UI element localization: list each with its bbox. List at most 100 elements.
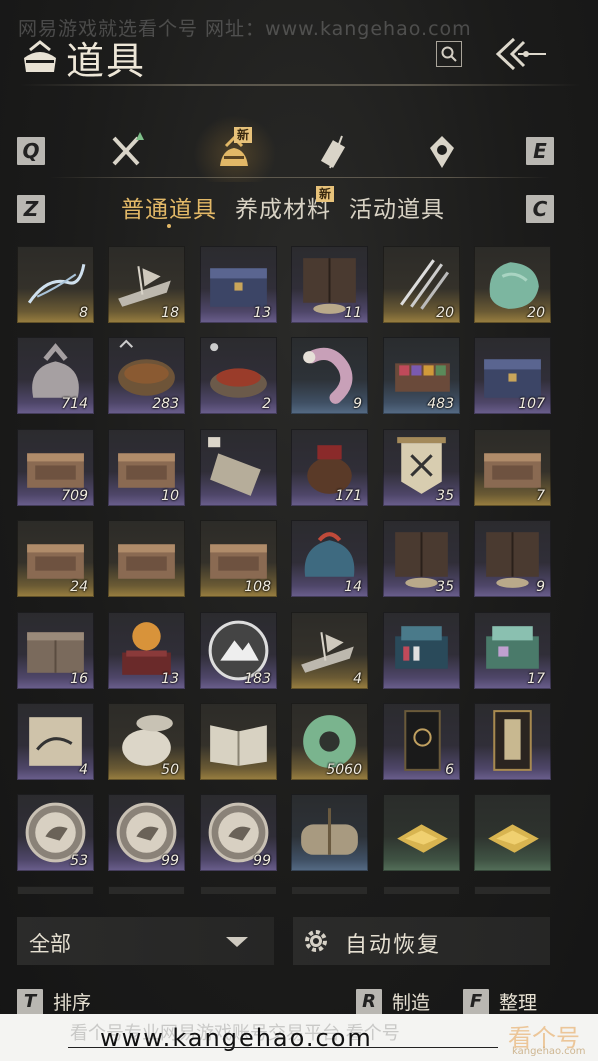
item-slot[interactable]: 283 bbox=[108, 337, 185, 414]
empty-item-slot bbox=[17, 886, 94, 894]
item-slot[interactable]: 7 bbox=[474, 429, 551, 506]
item-count: 8 bbox=[79, 305, 88, 321]
item-slot[interactable]: 20 bbox=[474, 246, 551, 323]
item-slot[interactable] bbox=[200, 703, 277, 780]
search-button[interactable] bbox=[436, 41, 462, 67]
paper-note-icon bbox=[208, 437, 261, 496]
item-slot[interactable]: 483 bbox=[383, 337, 460, 414]
item-slot[interactable]: 20 bbox=[383, 246, 460, 323]
item-slot[interactable] bbox=[383, 794, 460, 871]
item-count: 50 bbox=[161, 762, 179, 778]
item-slot[interactable]: 8 bbox=[17, 246, 94, 323]
item-count: 20 bbox=[436, 305, 454, 321]
item-count: 709 bbox=[61, 488, 88, 504]
item-slot[interactable] bbox=[474, 703, 551, 780]
item-slot[interactable]: 35 bbox=[383, 429, 460, 506]
item-slot[interactable]: 14 bbox=[291, 520, 368, 597]
item-slot[interactable]: 99 bbox=[108, 794, 185, 871]
category-tab-gems[interactable] bbox=[420, 130, 464, 174]
item-slot[interactable]: 714 bbox=[17, 337, 94, 414]
item-slot[interactable]: 99 bbox=[200, 794, 277, 871]
empty-item-slot bbox=[383, 886, 460, 894]
item-slot[interactable]: 13 bbox=[200, 246, 277, 323]
empty-item-slot bbox=[291, 886, 368, 894]
item-slot[interactable] bbox=[108, 520, 185, 597]
category-tab-equipment[interactable] bbox=[104, 128, 148, 172]
item-slot[interactable] bbox=[291, 794, 368, 871]
open-book-icon bbox=[210, 725, 267, 766]
craft-key: R bbox=[356, 988, 382, 1015]
item-slot[interactable] bbox=[200, 429, 277, 506]
item-count: 10 bbox=[161, 488, 179, 504]
item-count: 4 bbox=[353, 671, 362, 687]
new-badge: 新 bbox=[316, 186, 335, 202]
item-count: 99 bbox=[161, 853, 179, 869]
item-count: 9 bbox=[536, 579, 545, 595]
item-count: 107 bbox=[518, 396, 545, 412]
category-tab-quest[interactable] bbox=[314, 130, 358, 174]
auto-restore-button[interactable]: 自动恢复 bbox=[293, 917, 550, 965]
item-slot[interactable]: 18 bbox=[108, 246, 185, 323]
back-button[interactable] bbox=[492, 36, 548, 72]
filter-label: 全部 bbox=[29, 932, 71, 956]
empty-item-slot bbox=[200, 886, 277, 894]
item-slot[interactable]: 107 bbox=[474, 337, 551, 414]
item-slot[interactable] bbox=[383, 612, 460, 689]
item-count: 171 bbox=[335, 488, 362, 504]
sort-action[interactable]: T 排序 bbox=[17, 988, 91, 1015]
item-count: 17 bbox=[527, 671, 545, 687]
craft-label: 制造 bbox=[392, 992, 431, 1014]
item-slot[interactable]: 5060 bbox=[291, 703, 368, 780]
item-slot[interactable]: 183 bbox=[200, 612, 277, 689]
next-category-key[interactable]: E bbox=[526, 137, 554, 165]
item-slot[interactable]: 35 bbox=[383, 520, 460, 597]
item-slot[interactable]: 2 bbox=[200, 337, 277, 414]
item-slot[interactable]: 10 bbox=[108, 429, 185, 506]
chevron-down-icon bbox=[226, 937, 248, 947]
next-subtab-key[interactable]: C bbox=[526, 195, 554, 223]
item-slot[interactable]: 17 bbox=[474, 612, 551, 689]
subtab-normal-items[interactable]: 普通道具 bbox=[121, 190, 217, 224]
item-slot[interactable]: 6 bbox=[383, 703, 460, 780]
item-count: 2 bbox=[262, 396, 271, 412]
filter-dropdown[interactable]: 全部 bbox=[17, 917, 274, 965]
sack-bundle-icon bbox=[301, 808, 358, 855]
new-badge: 新 bbox=[234, 127, 253, 143]
item-count: 53 bbox=[70, 853, 88, 869]
organize-key: F bbox=[463, 988, 489, 1015]
active-subtab-indicator bbox=[167, 224, 171, 228]
item-count: 35 bbox=[436, 579, 454, 595]
item-slot[interactable]: 50 bbox=[108, 703, 185, 780]
item-count: 16 bbox=[70, 671, 88, 687]
prev-category-key[interactable]: Q bbox=[17, 137, 45, 165]
item-slot[interactable]: 4 bbox=[291, 612, 368, 689]
item-slot[interactable]: 9 bbox=[291, 337, 368, 414]
item-slot[interactable]: 171 bbox=[291, 429, 368, 506]
craft-action[interactable]: R 制造 bbox=[356, 988, 430, 1015]
item-count: 6 bbox=[445, 762, 454, 778]
item-count: 283 bbox=[152, 396, 179, 412]
item-slot[interactable]: 16 bbox=[17, 612, 94, 689]
item-slot[interactable]: 24 bbox=[17, 520, 94, 597]
carved-box-icon bbox=[118, 544, 175, 579]
item-count: 13 bbox=[253, 305, 271, 321]
item-slot[interactable]: 53 bbox=[17, 794, 94, 871]
subtab-event-items[interactable]: 活动道具 bbox=[349, 190, 445, 224]
gear-icon bbox=[305, 930, 327, 952]
item-count: 13 bbox=[161, 671, 179, 687]
item-slot[interactable]: 4 bbox=[17, 703, 94, 780]
item-slot[interactable]: 9 bbox=[474, 520, 551, 597]
item-count: 5060 bbox=[326, 762, 362, 778]
organize-label: 整理 bbox=[499, 992, 538, 1014]
item-slot[interactable]: 13 bbox=[108, 612, 185, 689]
scroll-quill-icon bbox=[320, 135, 346, 169]
gold-ingot-icon bbox=[397, 824, 448, 853]
organize-action[interactable]: F 整理 bbox=[463, 988, 537, 1015]
item-count: 9 bbox=[353, 396, 362, 412]
item-slot[interactable]: 108 bbox=[200, 520, 277, 597]
prev-subtab-key[interactable]: Z bbox=[17, 195, 45, 223]
item-slot[interactable]: 709 bbox=[17, 429, 94, 506]
item-slot[interactable]: 11 bbox=[291, 246, 368, 323]
blue-giftbox-icon bbox=[395, 626, 448, 669]
item-slot[interactable] bbox=[474, 794, 551, 871]
